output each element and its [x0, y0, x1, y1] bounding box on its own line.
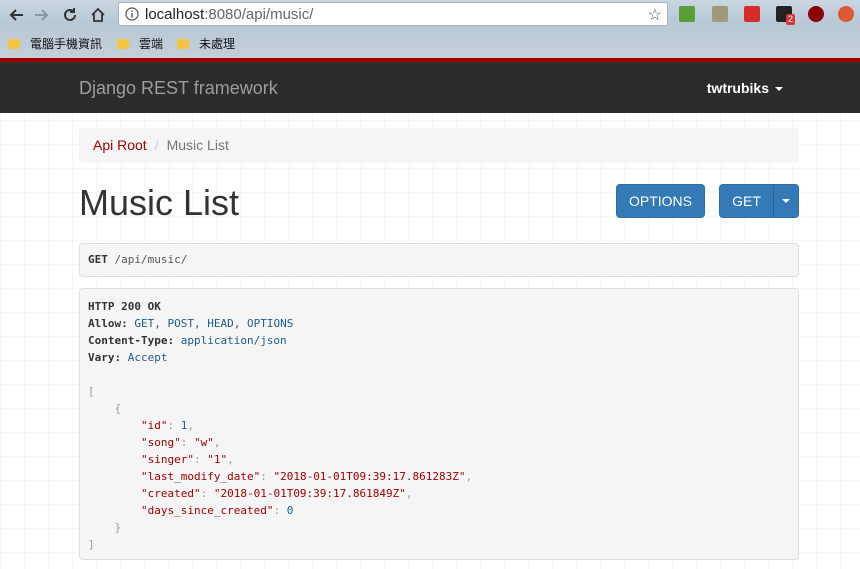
home-icon[interactable]: [87, 4, 109, 26]
extension-tag-icon[interactable]: [712, 6, 728, 22]
address-bar[interactable]: localhost:8080/api/music/ ☆: [118, 2, 668, 26]
bookmark-star-icon[interactable]: ☆: [648, 5, 662, 25]
json-key: "created": [140, 487, 201, 500]
json-key: "song": [140, 436, 181, 449]
back-arrow-icon[interactable]: [5, 4, 27, 26]
bookmark-item[interactable]: 電腦手機資訊: [8, 35, 102, 52]
response-info: HTTP 200 OK Allow: GET, POST, HEAD, OPTI…: [79, 288, 799, 560]
extension-ghost-icon[interactable]: 2: [776, 6, 796, 25]
folder-icon: [177, 39, 189, 49]
json-brace: }: [114, 521, 122, 534]
allow-value: GET, POST, HEAD, OPTIONS: [134, 317, 294, 330]
extension-badge: 2: [786, 14, 796, 25]
bookmark-item[interactable]: 雲端: [117, 35, 163, 52]
json-value: "2018-01-01T09:39:17.861283Z": [273, 470, 466, 483]
json-key: "singer": [140, 453, 194, 466]
json-value: "1": [207, 453, 228, 466]
bookmark-label: 未處理: [199, 37, 236, 51]
bookmark-label: 雲端: [139, 37, 164, 51]
json-key: "days_since_created": [140, 504, 274, 517]
json-value: "w": [193, 436, 214, 449]
info-icon[interactable]: [125, 7, 139, 26]
json-bracket: ]: [88, 538, 95, 551]
request-info: GET /api/music/: [79, 243, 799, 277]
json-brace: {: [114, 402, 122, 415]
username: twtrubiks: [706, 80, 769, 96]
navbar: Django REST framework twtrubiks: [0, 62, 860, 113]
options-button[interactable]: OPTIONS: [616, 184, 705, 218]
json-value: "2018-01-01T09:39:17.861849Z": [213, 487, 406, 500]
allow-label: Allow:: [88, 317, 128, 330]
caret-down-icon: [775, 87, 783, 92]
browser-chrome: localhost:8080/api/music/ ☆ 2 電腦手機資訊 雲端 …: [0, 0, 860, 58]
bookmark-label: 電腦手機資訊: [30, 37, 103, 51]
caret-down-icon: [782, 199, 790, 203]
bookmark-item[interactable]: 未處理: [177, 35, 235, 52]
get-format-toggle[interactable]: [773, 184, 799, 218]
ublock-icon[interactable]: [808, 6, 824, 22]
request-path: /api/music/: [114, 253, 188, 266]
vary-label: Vary:: [88, 351, 122, 364]
url-path: :8080/api/music/: [204, 6, 314, 23]
vary-value: Accept: [127, 351, 168, 364]
user-dropdown[interactable]: twtrubiks: [707, 80, 783, 96]
duckduckgo-icon[interactable]: [838, 6, 854, 22]
breadcrumb-separator: /: [154, 137, 159, 153]
forward-arrow-icon[interactable]: [31, 4, 53, 26]
json-key: "id": [140, 419, 168, 432]
folder-icon: [8, 39, 20, 49]
get-button[interactable]: GET: [719, 184, 774, 218]
browser-toolbar: localhost:8080/api/music/ ☆ 2: [0, 0, 860, 30]
response-status: HTTP 200 OK: [88, 300, 161, 313]
json-value: 0: [286, 504, 294, 517]
page-title: Music List: [79, 182, 240, 223]
content-type-label: Content-Type:: [88, 334, 175, 347]
breadcrumb: Api Root / Music List: [79, 128, 799, 163]
reload-icon[interactable]: [59, 4, 81, 26]
breadcrumb-current: Music List: [166, 137, 229, 153]
bookmarks-bar: 電腦手機資訊 雲端 未處理: [0, 32, 860, 56]
breadcrumb-api-root[interactable]: Api Root: [93, 137, 147, 153]
extension-green-icon[interactable]: [679, 6, 695, 22]
brand-link[interactable]: Django REST framework: [79, 78, 278, 99]
request-method: GET: [88, 253, 108, 266]
content-type-value: application/json: [180, 334, 287, 347]
folder-icon: [117, 39, 129, 49]
url-host: localhost: [145, 6, 205, 23]
url-text: localhost:8080/api/music/: [145, 6, 313, 23]
json-key: "last_modify_date": [140, 470, 261, 483]
extension-dots-icon[interactable]: [744, 6, 760, 22]
json-bracket: [: [88, 385, 95, 398]
